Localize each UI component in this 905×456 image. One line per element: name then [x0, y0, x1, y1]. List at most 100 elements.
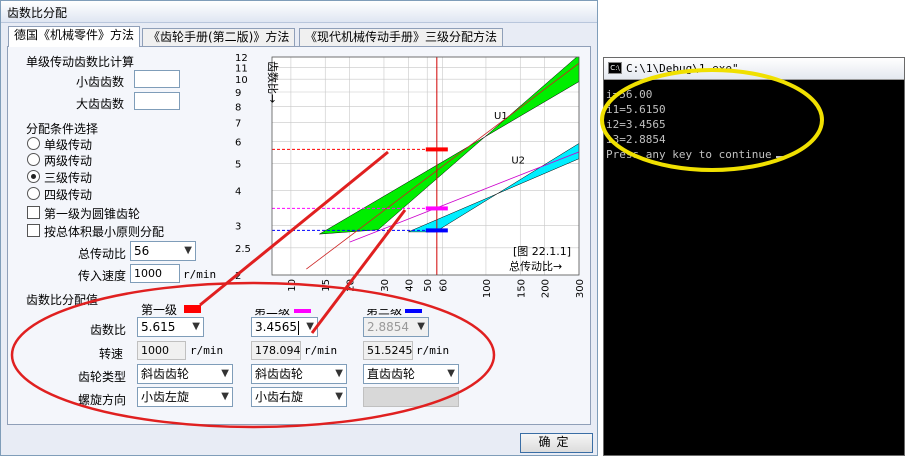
x-tick-label: 20	[346, 279, 357, 292]
x-tick-label: 150	[516, 279, 527, 298]
y-tick-label: 6	[235, 137, 241, 148]
stage1-color-swatch	[184, 305, 201, 313]
chevron-down-icon: ▼	[335, 391, 343, 402]
small-gear-label: 小齿齿数	[76, 75, 125, 89]
console-window: C:\ C:\1\Debug\1.exe" i=56.00 i1=5.6150 …	[603, 57, 905, 456]
y-tick-label: 9	[235, 88, 241, 99]
chart-ylabel: 齿数比→	[266, 61, 279, 103]
x-tick-label: 50	[423, 279, 434, 292]
stage-marker	[425, 147, 448, 152]
x-tick-label: 60	[439, 279, 450, 292]
large-gear-input[interactable]	[134, 92, 180, 110]
text-cursor	[775, 156, 783, 158]
checkbox-label-bevel: 第一级为圆锥齿轮	[44, 207, 141, 221]
chevron-down-icon: ▼	[192, 321, 200, 332]
console-icon: C:\	[608, 62, 622, 74]
x-tick-label: 200	[541, 279, 552, 298]
chevron-down-icon: ▼	[221, 391, 229, 402]
gear-ratio-dialog: 齿数比分配 德国《机械零件》方法 《齿轮手册(第二版)》方法 《现代机械传动手册…	[0, 0, 598, 456]
chevron-down-icon: ▼	[184, 245, 192, 256]
radio-two-stage[interactable]	[27, 153, 40, 166]
row-label-helix: 螺旋方向	[78, 393, 127, 407]
stage1-label: 第一级	[141, 303, 178, 317]
x-tick-label: 30	[380, 279, 391, 292]
stage3-speed-unit: r/min	[416, 344, 450, 357]
console-line: i2=3.4565	[606, 118, 666, 131]
chart-caption: [图 22.1.1]	[513, 245, 571, 258]
tab-modern-handbook-method[interactable]: 《现代机械传动手册》三级分配方法	[299, 28, 504, 46]
dialog-titlebar: 齿数比分配	[1, 1, 597, 23]
alloc-title: 齿数比分配值	[26, 293, 99, 307]
stage2-ratio-select[interactable]: 3.4565 ▼	[251, 317, 318, 337]
stage1-helix-select[interactable]: 小齿左旋 ▼	[137, 387, 233, 407]
tab-gear-handbook-method[interactable]: 《齿轮手册(第二版)》方法	[142, 28, 296, 46]
y-tick-label: 10	[235, 75, 248, 86]
y-tick-label: 7	[235, 119, 241, 130]
x-tick-label: 300	[575, 279, 583, 298]
y-tick-label: 2	[235, 271, 241, 282]
x-tick-label: 15	[321, 279, 332, 292]
console-line: Press any key to continue	[606, 148, 783, 161]
stage2-helix-select[interactable]: 小齿右旋 ▼	[251, 387, 347, 407]
radio-label-four: 四级传动	[44, 188, 93, 202]
stage3-gear-type-select[interactable]: 直齿齿轮 ▼	[363, 364, 459, 384]
radio-label-single: 单级传动	[44, 138, 93, 152]
row-label-ratio: 齿数比	[90, 323, 127, 337]
row-label-gear-type: 齿轮类型	[78, 370, 127, 384]
radio-label-three: 三级传动	[44, 171, 93, 185]
stage3-speed-field: 51.5245	[363, 341, 413, 360]
chevron-down-icon: ▼	[306, 321, 314, 332]
large-gear-label: 大齿齿数	[76, 97, 125, 111]
console-line: i=56.00	[606, 88, 653, 101]
radio-four-stage[interactable]	[27, 187, 40, 200]
tab-german-method[interactable]: 德国《机械零件》方法	[8, 26, 141, 47]
y-tick-label: 8	[235, 102, 241, 113]
console-line: i3=2.8854	[606, 133, 666, 146]
chart-xlabel: 总传动比→	[509, 259, 562, 273]
y-tick-label: 11	[235, 64, 248, 75]
stage1-speed-field: 1000	[137, 341, 186, 360]
console-titlebar: C:\ C:\1\Debug\1.exe"	[604, 58, 904, 80]
ok-button[interactable]: 确定	[520, 433, 593, 453]
stage-marker	[425, 206, 448, 211]
y-tick-label: 2.5	[235, 244, 251, 255]
stage3-ratio-select: 2.8854 ▼	[363, 317, 429, 337]
chevron-down-icon: ▼	[417, 321, 425, 332]
x-tick-label: 40	[404, 279, 415, 292]
small-gear-input[interactable]	[134, 70, 180, 88]
band-label-u1: U1	[494, 111, 508, 122]
console-line: i1=5.6150	[606, 103, 666, 116]
input-speed-unit: r/min	[183, 268, 217, 281]
checkbox-min-volume[interactable]	[27, 224, 40, 237]
stage1-speed-unit: r/min	[190, 344, 224, 357]
y-tick-label: 12	[235, 53, 248, 64]
stage2-gear-type-select[interactable]: 斜齿齿轮 ▼	[251, 364, 347, 384]
chevron-down-icon: ▼	[335, 368, 343, 379]
single-stage-title: 单级传动齿数比计算	[26, 55, 135, 69]
radio-single-stage[interactable]	[27, 137, 40, 150]
stage1-ratio-select[interactable]: 5.615 ▼	[137, 317, 204, 337]
console-title: C:\1\Debug\1.exe"	[626, 62, 739, 75]
stage3-helix-disabled	[363, 387, 459, 407]
y-tick-label: 3	[235, 222, 241, 233]
radio-label-two: 两级传动	[44, 154, 93, 168]
conditions-title: 分配条件选择	[26, 122, 99, 136]
chevron-down-icon: ▼	[447, 368, 455, 379]
total-ratio-label: 总传动比	[78, 247, 127, 261]
checkbox-label-volume: 按总体积最小原则分配	[44, 225, 165, 239]
x-tick-label: 100	[482, 279, 493, 298]
stage-marker	[425, 228, 448, 233]
checkbox-bevel-first[interactable]	[27, 206, 40, 219]
row-label-speed: 转速	[99, 347, 124, 361]
chevron-down-icon: ▼	[221, 368, 229, 379]
y-tick-label: 5	[235, 160, 241, 171]
stage1-gear-type-select[interactable]: 斜齿齿轮 ▼	[137, 364, 233, 384]
plot-area	[272, 57, 579, 275]
dialog-title: 齿数比分配	[7, 6, 68, 20]
input-speed-field[interactable]: 1000	[130, 264, 180, 283]
x-tick-label: 10	[287, 279, 298, 292]
y-tick-label: 4	[235, 187, 241, 198]
radio-three-stage[interactable]	[27, 170, 40, 183]
total-ratio-select[interactable]: 56 ▼	[130, 241, 196, 261]
stage2-speed-unit: r/min	[304, 344, 338, 357]
